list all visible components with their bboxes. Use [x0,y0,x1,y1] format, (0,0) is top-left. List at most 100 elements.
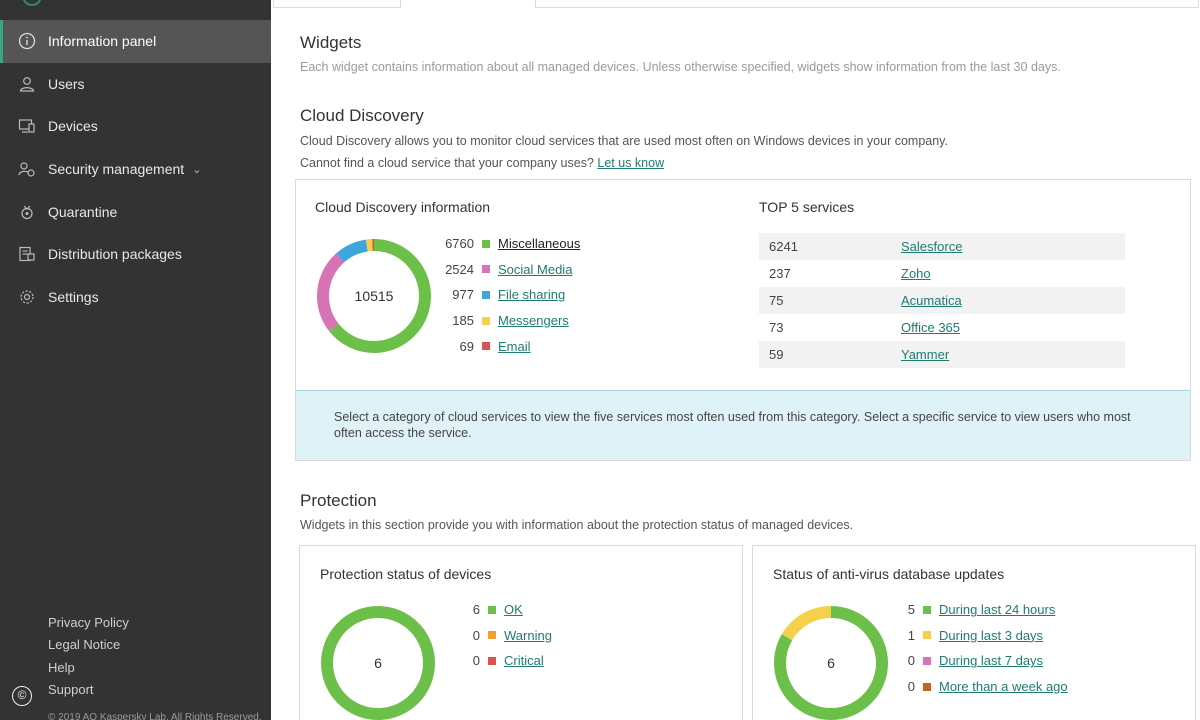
legend-count: 185 [452,313,474,329]
legend-swatch [923,656,931,665]
legend-item-ok[interactable]: 6 OK [442,597,552,623]
category-link-file-sharing[interactable]: File sharing [498,287,565,302]
legend-swatch [488,631,496,640]
legend-item-file-sharing[interactable]: 977 File sharing [436,282,580,308]
cloud-discovery-legend: 6760 Miscellaneous 2524 Social Media 977… [436,231,580,359]
service-link-office-365[interactable]: Office 365 [901,320,960,335]
legend-item-last-24-hours[interactable]: 5 During last 24 hours [897,597,1068,623]
legend-item-messengers[interactable]: 185 Messengers [436,308,580,334]
legend-swatch [488,656,496,665]
legend-item-last-3-days[interactable]: 1 During last 3 days [897,623,1068,649]
update-link-last-7-days[interactable]: During last 7 days [939,653,1043,668]
service-count: 59 [769,347,784,362]
service-count: 237 [769,266,791,281]
protection-status-card: Protection status of devices 6 6 OK 0 Wa… [299,545,743,720]
support-link[interactable]: Support [48,679,129,701]
privacy-policy-link[interactable]: Privacy Policy [48,612,129,634]
database-updates-title: Status of anti-virus database updates [773,566,1005,582]
legend-item-miscellaneous[interactable]: 6760 Miscellaneous [436,231,580,257]
service-link-yammer[interactable]: Yammer [901,347,949,362]
sidebar-item-label: Users [48,75,85,92]
protection-status-donut[interactable]: 6 [320,605,436,720]
sidebar-item-settings[interactable]: Settings [0,276,271,319]
gear-icon [18,288,36,306]
info-icon [18,32,36,50]
legend-count: 2524 [445,261,474,277]
main-content: Widgets Each widget contains information… [271,0,1200,720]
table-row: 59 Yammer [759,341,1125,368]
category-link-social-media[interactable]: Social Media [498,262,572,277]
legend-swatch [488,605,496,614]
hint-text: Select a category of cloud services to v… [334,410,1131,440]
table-row: 73 Office 365 [759,314,1125,341]
sidebar-item-quarantine[interactable]: Quarantine [0,190,271,233]
footer-links: Privacy Policy Legal Notice Help Support [48,612,129,701]
service-link-zoho[interactable]: Zoho [901,266,931,281]
tab-left[interactable] [273,0,401,8]
quarantine-icon [18,203,36,221]
top5-table: 6241 Salesforce 237 Zoho 75 Acumatica 73… [759,233,1125,368]
sidebar-item-label: Settings [48,288,99,305]
service-link-acumatica[interactable]: Acumatica [901,293,962,308]
legend-count: 6 [472,602,480,618]
status-link-critical[interactable]: Critical [504,653,544,668]
database-updates-donut[interactable]: 6 [773,605,889,720]
let-us-know-link[interactable]: Let us know [597,156,664,170]
sidebar-item-label: Quarantine [48,203,118,220]
cloud-discovery-hint: Select a category of cloud services to v… [296,390,1190,460]
sidebar-item-distribution-packages[interactable]: Distribution packages [0,233,271,276]
legend-item-last-7-days[interactable]: 0 During last 7 days [897,648,1068,674]
update-link-last-24-hours[interactable]: During last 24 hours [939,602,1055,617]
copyright-icon[interactable]: © [12,686,32,706]
cloud-discovery-total: 10515 [354,288,394,304]
package-icon [18,245,36,263]
service-link-salesforce[interactable]: Salesforce [901,239,962,254]
sidebar-item-information-panel[interactable]: Information panel [0,20,271,63]
chevron-down-icon: ⌄ [192,163,202,176]
sidebar-item-label: Information panel [48,33,157,50]
sidebar-item-devices[interactable]: Devices [0,105,271,148]
legend-count: 0 [472,653,480,669]
database-updates-legend: 5 During last 24 hours 1 During last 3 d… [897,597,1068,699]
table-row: 75 Acumatica [759,287,1125,314]
sidebar: Information panel Users Devices Security… [0,0,271,720]
help-link[interactable]: Help [48,657,129,679]
legend-item-critical[interactable]: 0 Critical [442,648,552,674]
update-link-more-than-week[interactable]: More than a week ago [939,679,1068,694]
cloud-discovery-donut[interactable]: 10515 [316,238,432,354]
tab-right[interactable] [535,0,1199,8]
sidebar-item-users[interactable]: Users [0,63,271,106]
legend-item-more-than-week[interactable]: 0 More than a week ago [897,674,1068,700]
logo-icon [22,0,42,6]
category-link-messengers[interactable]: Messengers [498,313,569,328]
top5-title: TOP 5 services [759,199,855,215]
legend-swatch [482,342,490,351]
sidebar-item-label: Devices [48,118,98,135]
legend-count: 69 [459,338,474,354]
database-updates-total: 6 [827,655,835,671]
devices-icon [18,117,36,135]
cloud-discovery-title: Cloud Discovery [300,106,424,125]
security-icon [18,160,36,178]
category-link-miscellaneous[interactable]: Miscellaneous [498,236,580,251]
sidebar-nav: Information panel Users Devices Security… [0,20,271,318]
sidebar-item-label: Security management [48,161,185,178]
widgets-title: Widgets [300,33,362,52]
protection-title: Protection [300,491,377,510]
status-link-warning[interactable]: Warning [504,628,552,643]
category-link-email[interactable]: Email [498,339,531,354]
table-row: 6241 Salesforce [759,233,1125,260]
status-link-ok[interactable]: OK [504,602,523,617]
legend-swatch [923,682,931,691]
legend-item-warning[interactable]: 0 Warning [442,623,552,649]
legend-swatch [923,605,931,614]
legend-swatch [482,316,490,325]
sidebar-item-label: Distribution packages [48,246,182,263]
sidebar-item-security-management[interactable]: Security management ⌄ [0,148,271,191]
legend-count: 5 [907,602,915,618]
legal-notice-link[interactable]: Legal Notice [48,634,129,656]
legend-item-social-media[interactable]: 2524 Social Media [436,257,580,283]
protection-status-total: 6 [374,655,382,671]
legend-item-email[interactable]: 69 Email [436,333,580,359]
update-link-last-3-days[interactable]: During last 3 days [939,628,1043,643]
